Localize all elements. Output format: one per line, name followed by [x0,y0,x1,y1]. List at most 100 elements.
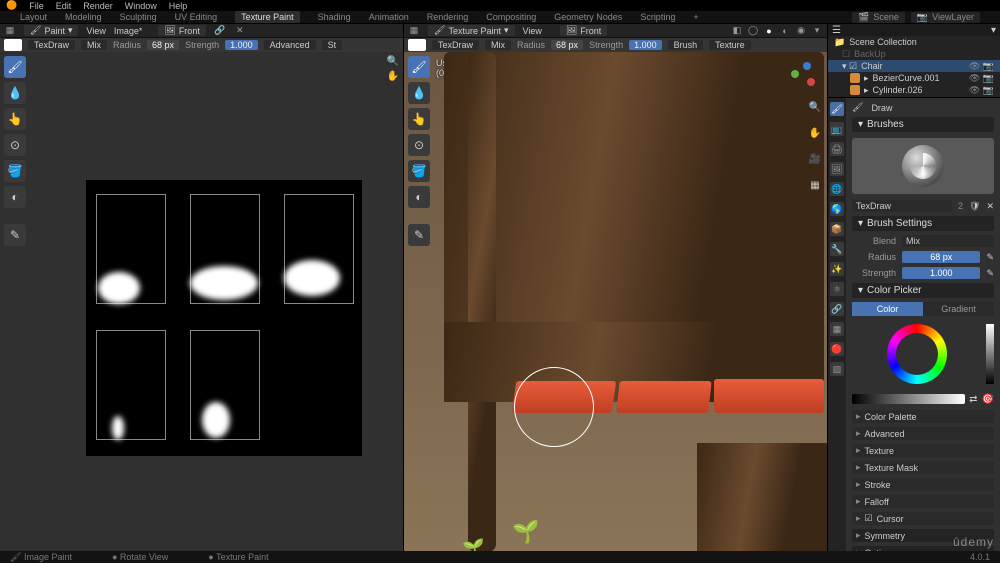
collection-chair[interactable]: ▾ ☑ Chair👁 📷 [828,60,1000,72]
tab-render-icon[interactable]: 📺 [830,122,844,136]
overlay-toggle-icon[interactable]: ◧ [731,25,743,37]
strength-value[interactable]: 1.000 [225,40,258,50]
outliner-item[interactable]: ▸ Cylinder.026👁 📷 [828,84,1000,96]
mask-tool-icon[interactable]: ◐ [4,186,26,208]
tab-modifier-icon[interactable]: 🔧 [830,242,844,256]
fold-falloff[interactable]: Falloff [852,495,994,508]
radius-value[interactable]: 68 px [147,40,179,50]
nav-gizmo[interactable] [785,60,817,92]
fill-tool-icon[interactable]: 🪣 [408,160,430,182]
outliner-item[interactable]: ▸ BezierCurve.001👁 📷 [828,72,1000,84]
editor-type-icon[interactable]: ▦ [408,25,420,37]
color-picker-header[interactable]: ▾ Color Picker [852,283,994,298]
tab-data-icon[interactable]: ▦ [830,322,844,336]
image-name-field[interactable]: 🖼 Front [158,25,205,36]
ws-scripting[interactable]: Scripting [640,12,675,22]
zoom-icon[interactable]: 🔍 [807,102,823,118]
brush-preview[interactable] [852,138,994,194]
scene-selector[interactable]: 🎬 Scene [852,12,905,23]
menu-window[interactable]: Window [125,1,157,11]
pressure-strength-icon[interactable]: ✎ [986,268,994,279]
tab-constraints-icon[interactable]: 🔗 [830,302,844,316]
annotate-tool-icon[interactable]: ✎ [408,224,430,246]
ws-sculpting[interactable]: Sculpting [120,12,157,22]
strength-value[interactable]: 1.000 [629,40,662,50]
menu-file[interactable]: File [29,1,44,11]
st-dropdown[interactable]: St [322,40,343,50]
radius-value[interactable]: 68 px [551,40,583,50]
brushes-header[interactable]: ▾ Brushes [852,117,994,132]
link-icon[interactable]: 🔗 [214,25,226,37]
smear-tool-icon[interactable]: 👆 [4,108,26,130]
camera-icon[interactable]: 🎥 [807,154,823,170]
fold-cursor[interactable]: ☑ Cursor [852,512,994,525]
menu-edit[interactable]: Edit [56,1,72,11]
menu-view[interactable]: View [523,26,542,36]
tab-output-icon[interactable]: 🖨 [830,142,844,156]
swap-colors-icon[interactable]: ⇄ [969,394,977,405]
paint-mode-selector[interactable]: 🖌 Paint ▾ [24,25,78,36]
clone-tool-icon[interactable]: ⊙ [4,134,26,156]
color-swatches[interactable] [852,394,965,404]
ws-geometry-nodes[interactable]: Geometry Nodes [554,12,622,22]
shading-wireframe-icon[interactable]: ◯ [747,25,759,37]
ws-uv-editing[interactable]: UV Editing [175,12,218,22]
blend-mode-select[interactable]: Mix [902,235,994,247]
brush-color-primary[interactable] [4,39,22,51]
ws-layout[interactable]: Layout [20,12,47,22]
mask-tool-icon[interactable]: ◐ [408,186,430,208]
ws-rendering[interactable]: Rendering [427,12,469,22]
tab-scene-icon[interactable]: 🌐 [830,182,844,196]
soften-tool-icon[interactable]: 💧 [4,82,26,104]
soften-tool-icon[interactable]: 💧 [408,82,430,104]
tab-material-icon[interactable]: 🔴 [830,342,844,356]
outliner-type-icon[interactable]: ☰ [832,25,841,36]
annotate-tool-icon[interactable]: ✎ [4,224,26,246]
pressure-radius-icon[interactable]: ✎ [986,252,994,263]
perspective-toggle-icon[interactable]: ▦ [807,180,823,196]
smear-tool-icon[interactable]: 👆 [408,108,430,130]
brush-dropdown[interactable]: Brush [668,40,704,50]
viewlayer-selector[interactable]: 📷 ViewLayer [911,12,980,23]
ws-shading[interactable]: Shading [318,12,351,22]
zoom-icon[interactable]: 🔍 [387,56,399,67]
strength-slider[interactable]: 1.000 [902,267,980,279]
advanced-dropdown[interactable]: Advanced [264,40,316,50]
fold-texture[interactable]: Texture [852,444,994,457]
ws-add-icon[interactable]: + [693,12,698,22]
brush-color-primary[interactable] [408,39,426,51]
clone-tool-icon[interactable]: ⊙ [408,134,430,156]
menu-image[interactable]: Image* [114,26,143,36]
tab-world-icon[interactable]: 🌎 [830,202,844,216]
fold-color-palette[interactable]: Color Palette [852,410,994,423]
fold-advanced[interactable]: Advanced [852,427,994,440]
fold-texture-mask[interactable]: Texture Mask [852,461,994,474]
editor-type-icon[interactable]: ▦ [4,25,16,37]
tab-view-icon[interactable]: 🖼 [830,162,844,176]
texture-dropdown[interactable]: Texture [709,40,751,50]
ws-modeling[interactable]: Modeling [65,12,102,22]
viewport-mode-selector[interactable]: 🖌 Texture Paint ▾ [428,25,515,36]
draw-tool-icon[interactable]: 🖌 [4,56,26,78]
ws-texture-paint[interactable]: Texture Paint [235,11,300,23]
pan-icon[interactable]: ✋ [807,128,823,144]
image-canvas[interactable]: 🖌 💧 👆 ⊙ 🪣 ◐ ✎ 🔍 ✋ [0,52,403,563]
tab-particles-icon[interactable]: ✨ [830,262,844,276]
color-wheel[interactable] [887,324,947,384]
texture-slot-selector[interactable]: 🖼 Front [560,25,607,36]
pan-icon[interactable]: ✋ [387,71,399,82]
tab-physics-icon[interactable]: ⚛ [830,282,844,296]
brush-name-field[interactable]: TexDraw [852,200,952,212]
brush-settings-header[interactable]: ▾ Brush Settings [852,216,994,231]
brush-selector[interactable]: TexDraw [432,40,479,50]
collection-backup[interactable]: ☐ BackUp [828,48,1000,60]
value-slider[interactable] [986,324,994,384]
scene-collection-row[interactable]: 📁 Scene Collection [828,36,1000,48]
ws-compositing[interactable]: Compositing [486,12,536,22]
unlink-icon[interactable]: ✕ [986,201,994,212]
menu-render[interactable]: Render [83,1,113,11]
shading-rendered-icon[interactable]: ◉ [795,25,807,37]
brush-selector[interactable]: TexDraw [28,40,75,50]
blend-selector[interactable]: Mix [485,40,511,50]
shading-solid-icon[interactable]: ● [763,25,775,37]
